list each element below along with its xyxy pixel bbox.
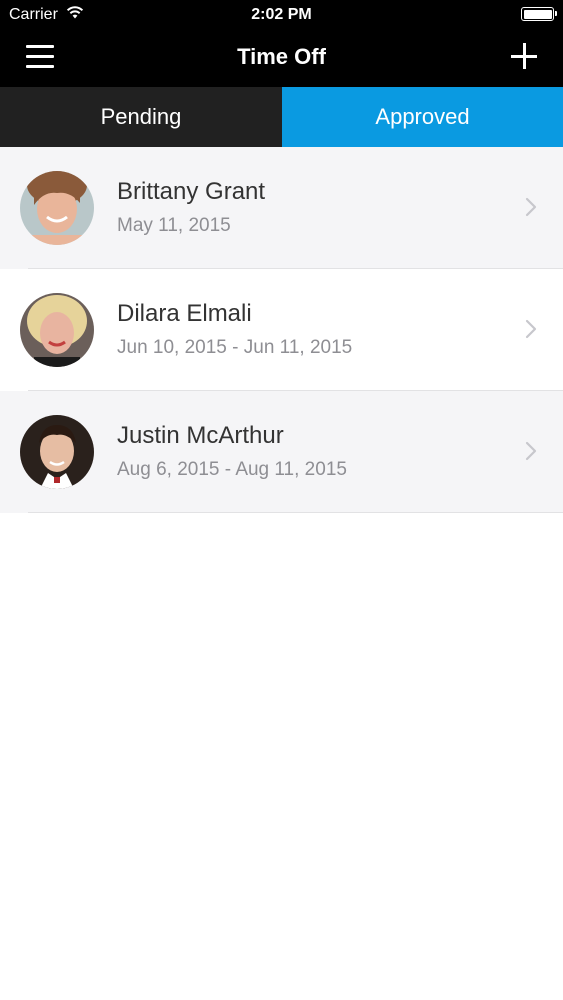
clock: 2:02 PM (251, 6, 312, 23)
tab-approved-label: Approved (375, 104, 470, 129)
list-item[interactable]: Brittany Grant May 11, 2015 (0, 147, 563, 269)
row-divider (28, 511, 563, 513)
tab-pending-label: Pending (100, 104, 182, 129)
list-item[interactable]: Justin McArthur Aug 6, 2015 - Aug 11, 20… (0, 391, 563, 513)
add-request-button[interactable] (511, 43, 537, 69)
segmented-tabs: Pending Approved (0, 87, 563, 147)
chevron-right-icon (525, 197, 537, 217)
battery-full-icon (521, 7, 557, 21)
status-bar: Carrier 2:02 PM (0, 0, 563, 30)
employee-name: Dilara Elmali (117, 300, 252, 327)
time-off-dates: Aug 6, 2015 - Aug 11, 2015 (117, 459, 347, 480)
chevron-right-icon (525, 441, 537, 461)
list-item[interactable]: Dilara Elmali Jun 10, 2015 - Jun 11, 201… (0, 269, 563, 391)
page-title: Time Off (237, 44, 326, 69)
time-off-dates: May 11, 2015 (117, 215, 231, 236)
employee-name: Justin McArthur (117, 422, 284, 449)
avatar (20, 293, 94, 367)
tab-pending[interactable]: Pending (0, 87, 282, 147)
avatar (20, 171, 94, 245)
avatar (20, 415, 94, 489)
time-off-dates: Jun 10, 2015 - Jun 11, 2015 (117, 337, 353, 358)
chevron-right-icon (525, 319, 537, 339)
tab-approved[interactable]: Approved (282, 87, 563, 147)
navigation-bar: Time Off (0, 30, 563, 87)
time-off-list: Brittany Grant May 11, 2015 Dilara Elmal… (0, 147, 563, 513)
hamburger-menu-icon[interactable] (26, 45, 54, 69)
employee-name: Brittany Grant (117, 178, 266, 205)
